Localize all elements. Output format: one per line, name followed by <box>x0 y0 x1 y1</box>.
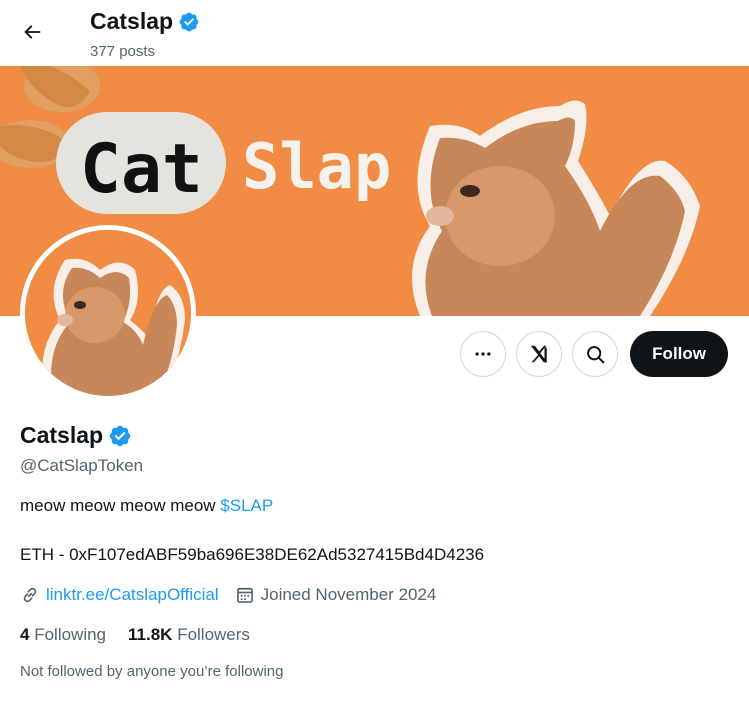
grok-button[interactable] <box>516 331 563 377</box>
profile-stats: 4 Following 11.8K Followers <box>20 625 250 645</box>
header-name: Catslap <box>90 8 174 34</box>
profile-name: Catslap <box>20 422 104 448</box>
profile-handle: @CatSlapToken <box>20 456 144 475</box>
bio-eth-address: ETH - 0xF107edABF59ba696E38DE62Ad5327415… <box>20 545 485 564</box>
arrow-left-icon <box>24 25 41 39</box>
verified-badge-icon <box>179 12 199 31</box>
following-count: 4 <box>20 625 30 644</box>
profile-avatar[interactable] <box>20 225 196 401</box>
bio-cashtag-link[interactable]: $SLAP <box>220 496 273 515</box>
cat-cutout-art <box>412 100 700 316</box>
profile-name-row: Catslap <box>20 422 132 449</box>
profile-meta: linktr.ee/CatslapOfficial Joined Novembe… <box>20 585 452 605</box>
followers-link[interactable]: 11.8K Followers <box>128 625 250 645</box>
following-label: Following <box>34 625 107 644</box>
profile-header: Catslap 377 posts <box>0 0 749 66</box>
followers-label: Followers <box>177 625 250 644</box>
followers-you-know-note: Not followed by anyone you’re following <box>20 663 284 680</box>
website-link[interactable]: linktr.ee/CatslapOfficial <box>46 585 219 605</box>
calendar-icon <box>236 587 253 603</box>
banner-text-slap: Slap <box>242 130 391 203</box>
posts-count: 377 posts <box>90 43 156 60</box>
verified-badge-icon[interactable] <box>108 424 132 448</box>
avatar-cat-art <box>25 230 191 396</box>
ellipsis-icon <box>475 352 491 356</box>
profile-website: linktr.ee/CatslapOfficial <box>20 585 219 605</box>
more-button[interactable] <box>460 331 507 377</box>
followers-count: 11.8K <box>128 625 173 644</box>
profile-actions: Follow <box>460 331 728 377</box>
following-link[interactable]: 4 Following <box>20 625 106 645</box>
search-button[interactable] <box>572 331 619 377</box>
header-title: Catslap <box>90 8 200 35</box>
back-button[interactable] <box>14 14 50 50</box>
search-icon <box>586 345 605 363</box>
profile-bio: meow meow meow meow $SLAP <box>20 496 273 516</box>
bio-text: meow meow meow meow <box>20 496 221 515</box>
profile-joined: Joined November 2024 <box>235 585 437 605</box>
joined-date: Joined November 2024 <box>260 585 437 604</box>
avatar-image <box>25 230 191 396</box>
banner-text-cat: Cat <box>80 130 203 209</box>
link-icon <box>23 587 37 603</box>
grok-icon <box>530 345 548 363</box>
follow-button[interactable]: Follow <box>630 331 728 377</box>
